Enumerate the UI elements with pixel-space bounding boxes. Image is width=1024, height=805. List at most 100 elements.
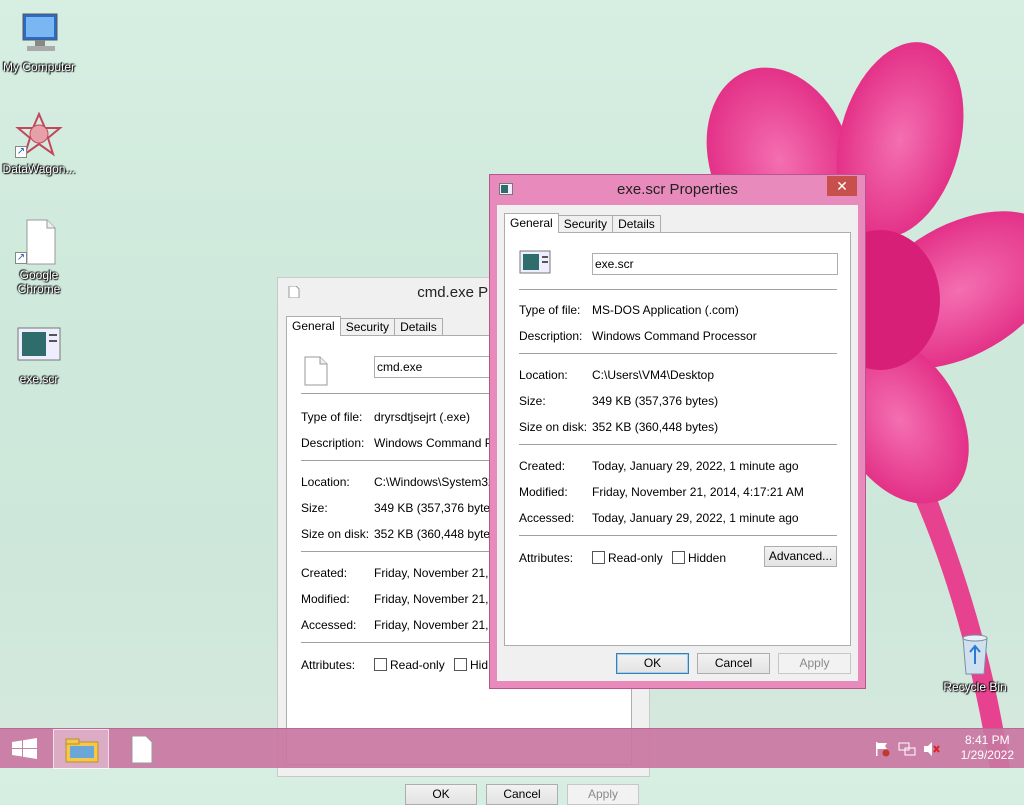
hidden-checkbox[interactable]: Hidden	[672, 551, 726, 565]
desktop-icon-label: My Computer	[2, 60, 76, 74]
readonly-label: Read-only	[608, 551, 663, 565]
blank-file-icon: ↗	[15, 218, 63, 266]
desktop-icon-exe-scr[interactable]: exe.scr	[0, 322, 78, 386]
size-value: 349 KB (357,376 bytes)	[374, 501, 501, 515]
desktop-icon-label: Recycle Bin	[943, 680, 1007, 694]
apply-button[interactable]: Apply	[778, 653, 851, 674]
title-bar[interactable]: exe.scr Properties ✕	[490, 175, 865, 205]
window-client: General Security Details exe.scr Type of…	[497, 205, 858, 681]
readonly-checkbox[interactable]: Read-only	[374, 658, 445, 672]
description-value: Windows Command Pro	[374, 436, 504, 450]
location-label: Location:	[301, 475, 350, 489]
recycle-bin-icon	[951, 630, 999, 678]
modified-value: Friday, November 21, 2	[374, 592, 499, 606]
accessed-label: Accessed:	[301, 618, 357, 632]
readonly-checkbox[interactable]: Read-only	[592, 551, 663, 565]
accessed-value: Friday, November 21, 2	[374, 618, 499, 632]
checkbox-box[interactable]	[672, 551, 685, 564]
advanced-button[interactable]: Advanced...	[764, 546, 837, 567]
attributes-label: Attributes:	[301, 658, 356, 672]
description-label: Description:	[301, 436, 365, 450]
cancel-button[interactable]: Cancel	[697, 653, 770, 674]
type-label: Type of file:	[301, 410, 363, 424]
desktop-icon-recycle-bin[interactable]: Recycle Bin	[936, 630, 1014, 694]
type-label: Type of file:	[519, 303, 581, 317]
size-label: Size:	[301, 501, 328, 515]
location-value: C:\Users\VM4\Desktop	[592, 368, 715, 382]
size-on-disk-value: 352 KB (360,448 bytes)	[592, 420, 719, 434]
type-value: dryrsdtjsejrt (.exe)	[374, 410, 471, 424]
created-label: Created:	[301, 566, 348, 580]
file-icon	[304, 356, 328, 386]
tab-details[interactable]: Details	[612, 215, 661, 233]
tab-details[interactable]: Details	[394, 318, 443, 336]
hidden-label: Hid	[470, 658, 489, 672]
description-value: Windows Command Processor	[592, 329, 757, 343]
exe-scr-properties-window[interactable]: exe.scr Properties ✕ General Security De…	[489, 174, 866, 689]
file-name-field[interactable]: exe.scr	[592, 253, 838, 275]
shortcut-arrow-icon: ↗	[15, 252, 27, 264]
shortcut-arrow-icon: ↗	[15, 146, 27, 158]
datawagon-icon: ↗	[15, 111, 63, 160]
apply-button[interactable]: Apply	[567, 784, 639, 805]
tab-general[interactable]: General	[286, 316, 341, 336]
close-button[interactable]: ✕	[827, 176, 857, 196]
created-label: Created:	[519, 459, 566, 473]
folder-icon	[65, 738, 99, 763]
size-on-disk-label: Size on disk:	[301, 527, 370, 541]
tab-security[interactable]: Security	[557, 215, 614, 233]
location-value: C:\Windows\System32	[374, 475, 495, 489]
ok-button[interactable]: OK	[616, 653, 689, 674]
taskbar-file-explorer[interactable]	[53, 729, 109, 769]
separator	[519, 353, 837, 354]
network-icon[interactable]	[898, 741, 916, 757]
created-value: Today, January 29, 2022, 1 minute ago	[592, 459, 799, 473]
separator	[519, 289, 837, 290]
desktop-icon-google-chrome[interactable]: ↗ Google Chrome	[0, 218, 78, 296]
separator	[519, 535, 837, 536]
windows-logo-icon	[12, 738, 37, 759]
desktop-icon-my-computer[interactable]: My Computer	[0, 10, 78, 74]
accessed-value: Today, January 29, 2022, 1 minute ago	[592, 511, 799, 525]
modified-label: Modified:	[519, 485, 568, 499]
location-label: Location:	[519, 368, 568, 382]
tab-security[interactable]: Security	[339, 318, 396, 336]
clock-date: 1/29/2022	[960, 748, 1014, 762]
modified-label: Modified:	[301, 592, 350, 606]
computer-icon	[15, 10, 63, 58]
checkbox-box[interactable]	[374, 658, 387, 671]
created-value: Friday, November 21, 2	[374, 566, 499, 580]
tab-strip: General Security Details	[286, 316, 443, 336]
modified-value: Friday, November 21, 2014, 4:17:21 AM	[592, 485, 804, 499]
accessed-label: Accessed:	[519, 511, 575, 525]
clock[interactable]: 8:41 PM 1/29/2022	[961, 733, 1014, 763]
general-panel: exe.scr Type of file: MS-DOS Application …	[504, 232, 851, 646]
flag-icon[interactable]	[874, 741, 890, 757]
description-label: Description:	[519, 329, 583, 343]
attributes-label: Attributes:	[519, 551, 574, 565]
taskbar: 8:41 PM 1/29/2022	[0, 728, 1024, 769]
size-label: Size:	[519, 394, 546, 408]
type-value: MS-DOS Application (.com)	[592, 303, 739, 317]
size-on-disk-label: Size on disk:	[519, 420, 588, 434]
file-icon	[131, 735, 153, 764]
checkbox-box[interactable]	[454, 658, 467, 671]
hidden-checkbox[interactable]: Hid	[454, 658, 488, 672]
screensaver-file-icon	[519, 250, 551, 274]
size-on-disk-value: 352 KB (360,448 bytes)	[374, 527, 501, 541]
volume-muted-icon[interactable]	[922, 741, 940, 757]
desktop-icon-label: Google Chrome	[17, 268, 61, 296]
taskbar-properties-window[interactable]	[114, 729, 170, 769]
desktop-icon-datawagon[interactable]: ↗ DataWagon...	[0, 111, 78, 176]
separator	[519, 444, 837, 445]
ok-button[interactable]: OK	[405, 784, 477, 805]
screensaver-file-icon	[15, 322, 63, 370]
checkbox-box[interactable]	[592, 551, 605, 564]
cancel-button[interactable]: Cancel	[486, 784, 558, 805]
desktop-icon-label: exe.scr	[19, 372, 59, 386]
start-button[interactable]	[0, 729, 50, 769]
size-value: 349 KB (357,376 bytes)	[592, 394, 719, 408]
tab-general[interactable]: General	[504, 213, 559, 233]
clock-time: 8:41 PM	[964, 733, 1010, 747]
window-title: exe.scr Properties	[617, 181, 738, 198]
